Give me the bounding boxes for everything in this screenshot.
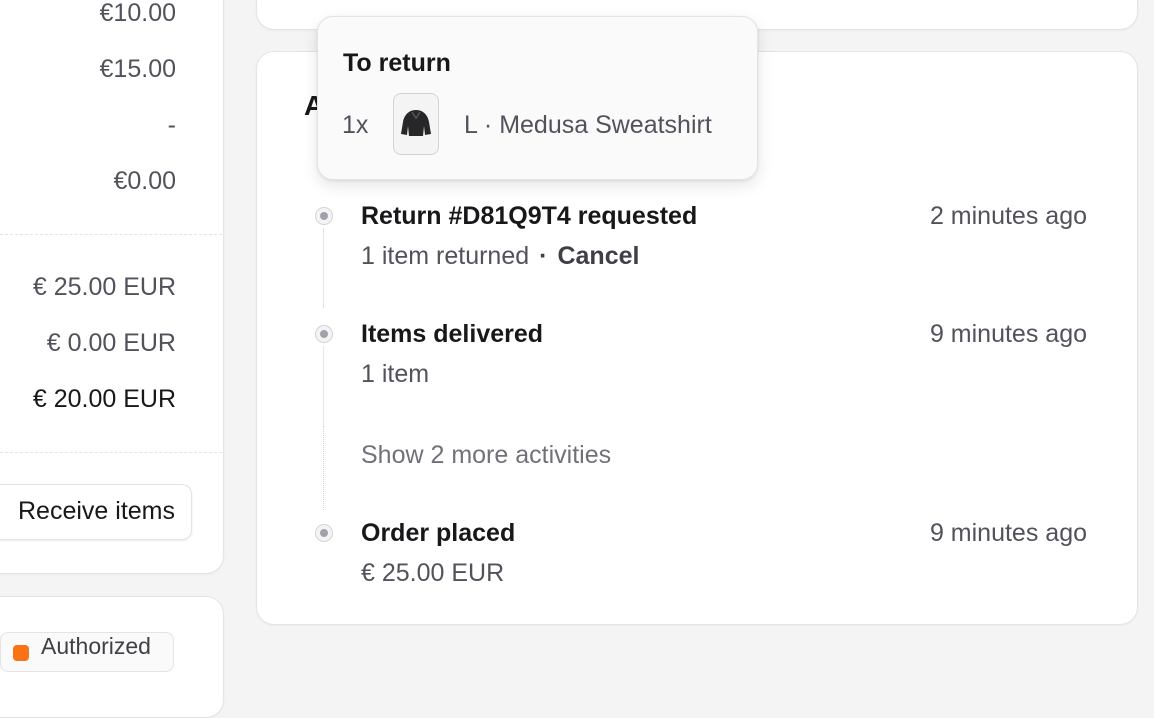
event-title: Order placed [361, 519, 516, 547]
summary-divider [0, 234, 222, 235]
event-title: Items delivered [361, 320, 544, 348]
summary-net-total: € 20.00 EUR [32, 385, 176, 413]
event-subtitle-text: 1 item returned [361, 242, 530, 270]
summary-discount: - [167, 111, 176, 139]
event-title: Return #D81Q9T4 requested [361, 202, 698, 230]
summary-refunded: € 0.00 EUR [46, 329, 176, 357]
timeline-dot-icon [315, 524, 333, 542]
summary-subtotal: €10.00 [99, 0, 176, 27]
separator-dot: · [539, 242, 548, 270]
return-items-popover: To return 1x L · Medusa Sweatshirt [317, 16, 758, 180]
event-time: 9 minutes ago [929, 519, 1087, 547]
event-subtitle: 1 item [361, 360, 430, 388]
timeline-dot-icon [315, 207, 333, 225]
item-quantity: 1x [342, 111, 369, 139]
show-more-activities-button[interactable]: Show 2 more activities [361, 440, 611, 470]
sweatshirt-icon [401, 110, 431, 136]
item-name: L · Medusa Sweatshirt [464, 111, 712, 139]
payment-status-label: Authorized [41, 633, 151, 659]
timeline-line [323, 228, 324, 308]
event-subtitle: € 25.00 EUR [361, 559, 505, 587]
timeline-dot-icon [315, 325, 333, 343]
popover-title: To return [343, 49, 451, 77]
summary-divider [0, 452, 222, 453]
status-dot-icon [13, 645, 29, 661]
summary-tax: €0.00 [113, 167, 176, 195]
event-subtitle: 1 item returned · Cancel [361, 241, 639, 271]
event-time: 9 minutes ago [929, 320, 1087, 348]
receive-items-button[interactable]: Receive items [0, 484, 192, 540]
summary-shipping: €15.00 [99, 55, 176, 83]
event-time: 2 minutes ago [929, 202, 1087, 230]
summary-total: € 25.00 EUR [32, 273, 176, 301]
timeline-line [323, 346, 324, 426]
payment-status-badge: Authorized [0, 632, 174, 672]
cancel-return-link[interactable]: Cancel [557, 242, 639, 270]
timeline-line-collapsed [323, 426, 324, 510]
product-thumbnail [393, 93, 439, 155]
